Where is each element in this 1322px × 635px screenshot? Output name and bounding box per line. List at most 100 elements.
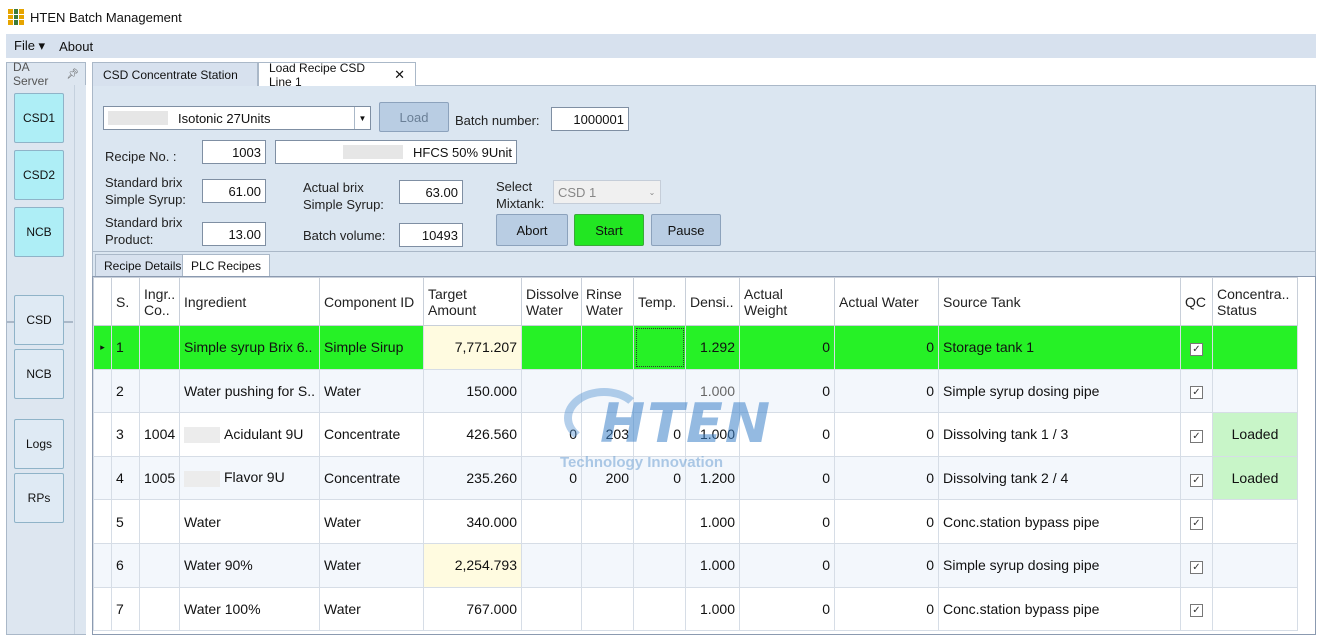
column-header-target-amount[interactable]: Target Amount [423, 277, 522, 326]
checkmark-icon[interactable]: ✓ [1190, 517, 1203, 531]
cell-temp: 0 [633, 412, 686, 457]
left-panel-splitter[interactable] [74, 85, 86, 634]
pause-button[interactable]: Pause [651, 214, 721, 246]
cell-dissolve: 0 [521, 455, 582, 501]
qc-checkbox[interactable]: ✓ [1180, 542, 1213, 588]
nav-button-csd1[interactable]: CSD1 [14, 93, 64, 143]
tab-recipe-details[interactable]: Recipe Details [95, 254, 191, 276]
row-selector[interactable] [93, 499, 112, 544]
row-selector[interactable] [93, 412, 112, 457]
table-row[interactable]: 2 Water pushing for S.. Water 150.000 1.… [93, 368, 1298, 414]
cell-actual-weight: 0 [739, 325, 835, 370]
da-server-header: DA Server 📌︎ [7, 60, 85, 88]
cell-code: 1004 [139, 412, 180, 457]
column-header-temp[interactable]: Temp. [633, 277, 686, 326]
recipe-no-label: Recipe No. : [105, 149, 177, 164]
close-icon[interactable]: ✕ [394, 67, 405, 83]
checkmark-icon[interactable]: ✓ [1190, 386, 1203, 400]
mixtank-value: CSD 1 [558, 184, 597, 200]
cell-actual-water: 0 [834, 412, 939, 457]
qc-checkbox[interactable]: ✓ [1180, 368, 1213, 414]
qc-checkbox[interactable]: ✓ [1180, 586, 1213, 632]
recipe-select-dropdown[interactable]: Isotonic 27Units ▼ [103, 106, 371, 130]
cell-temp[interactable] [633, 325, 686, 370]
abort-button[interactable]: Abort [496, 214, 568, 246]
cell-ingredient: Water 90% [179, 542, 320, 588]
label-line: Simple Syrup: [303, 197, 384, 212]
column-header-ingredient-code[interactable]: Ingr.. Co.. [139, 277, 180, 326]
cell-temp [633, 542, 686, 588]
table-row[interactable]: ▸ 1 Simple syrup Brix 6.. Simple Sirup 7… [93, 325, 1298, 370]
pin-icon[interactable]: 📌︎ [66, 69, 79, 80]
cell-source: Conc.station bypass pipe [938, 586, 1181, 632]
menu-file[interactable]: File ▾ [14, 38, 45, 54]
table-row[interactable]: 7 Water 100% Water 767.000 1.000 0 0 Con… [93, 586, 1298, 632]
table-row[interactable]: 3 1004 Acidulant 9U Concentrate 426.560 … [93, 412, 1298, 457]
column-header-source-tank[interactable]: Source Tank [938, 277, 1181, 326]
start-button[interactable]: Start [574, 214, 644, 246]
cell-s: 5 [111, 499, 140, 544]
title-bar: HTEN Batch Management [0, 0, 1322, 34]
qc-checkbox[interactable]: ✓ [1180, 499, 1213, 544]
cell-target: 235.260 [423, 455, 522, 501]
nav-button-logs[interactable]: Logs [14, 419, 64, 469]
row-selector[interactable] [93, 455, 112, 501]
qc-checkbox[interactable]: ✓ [1180, 412, 1213, 457]
row-selector[interactable] [93, 542, 112, 588]
cell-s: 1 [111, 325, 140, 370]
row-selector[interactable] [93, 368, 112, 414]
column-header-ingredient[interactable]: Ingredient [179, 277, 320, 326]
cell-component: Water [319, 586, 424, 632]
checkmark-icon[interactable]: ✓ [1190, 604, 1203, 618]
tab-load-recipe-csd-line-1[interactable]: Load Recipe CSD Line 1 ✕ [258, 61, 416, 89]
cell-status [1212, 325, 1298, 370]
cell-status [1212, 586, 1298, 632]
checkmark-icon[interactable]: ✓ [1190, 429, 1203, 443]
cell-status [1212, 368, 1298, 414]
tab-csd-concentrate-station[interactable]: CSD Concentrate Station [92, 62, 258, 86]
nav-button-csd[interactable]: CSD [14, 295, 64, 345]
column-header-qc[interactable]: QC [1180, 277, 1213, 326]
chevron-down-icon[interactable]: ⌄ [644, 181, 660, 203]
table-row[interactable]: 5 Water Water 340.000 1.000 0 0 Conc.sta… [93, 499, 1298, 544]
std-brix-product-field[interactable]: 13.00 [202, 222, 266, 246]
batch-number-label: Batch number: [455, 113, 540, 128]
recipe-no-field[interactable]: 1003 [202, 140, 266, 164]
mixtank-dropdown[interactable]: CSD 1 ⌄ [553, 180, 661, 204]
nav-button-ncb[interactable]: NCB [14, 207, 64, 257]
column-header-component-id[interactable]: Component ID [319, 277, 424, 326]
cell-actual-weight: 0 [739, 412, 835, 457]
redacted-block [108, 111, 168, 125]
std-brix-syrup-field[interactable]: 61.00 [202, 179, 266, 203]
column-header-actual-weight[interactable]: Actual Weight [739, 277, 835, 326]
tab-plc-recipes[interactable]: PLC Recipes [182, 254, 271, 276]
checkmark-icon[interactable]: ✓ [1190, 473, 1203, 487]
column-header-rinse-water[interactable]: Rinse Water [581, 277, 634, 326]
column-header-concentrate-status[interactable]: Concentra.. Status [1212, 277, 1298, 326]
batch-volume-field[interactable]: 10493 [399, 223, 463, 247]
nav-button-rps[interactable]: RPs [14, 473, 64, 523]
row-selector-icon[interactable]: ▸ [93, 325, 112, 370]
row-selector[interactable] [93, 586, 112, 632]
load-button[interactable]: Load [379, 102, 449, 132]
column-header-actual-water[interactable]: Actual Water [834, 277, 939, 326]
nav-button-ncb-secondary[interactable]: NCB [14, 349, 64, 399]
nav-button-csd2[interactable]: CSD2 [14, 150, 64, 200]
column-header-s[interactable]: S. [111, 277, 140, 326]
menu-about[interactable]: About [59, 39, 93, 54]
chevron-down-icon[interactable]: ▼ [354, 107, 370, 129]
qc-checkbox[interactable]: ✓ [1180, 455, 1213, 501]
recipe-name-field[interactable]: HFCS 50% 9Unit [275, 140, 517, 164]
cell-ingredient: Simple syrup Brix 6.. [179, 325, 320, 370]
table-row[interactable]: 4 1005 Flavor 9U Concentrate 235.260 0 2… [93, 455, 1298, 501]
column-header-density[interactable]: Densi.. [685, 277, 740, 326]
table-row[interactable]: 6 Water 90% Water 2,254.793 1.000 0 0 Si… [93, 542, 1298, 588]
qc-checkbox[interactable]: ✓ [1180, 325, 1213, 370]
checkmark-icon[interactable]: ✓ [1190, 560, 1203, 574]
column-header-dissolve-water[interactable]: Dissolve Water [521, 277, 582, 326]
batch-number-field[interactable]: 1000001 [551, 107, 629, 131]
actual-brix-field[interactable]: 63.00 [399, 180, 463, 204]
cell-s: 4 [111, 455, 140, 501]
redacted-block [184, 427, 220, 444]
checkmark-icon[interactable]: ✓ [1190, 342, 1203, 356]
